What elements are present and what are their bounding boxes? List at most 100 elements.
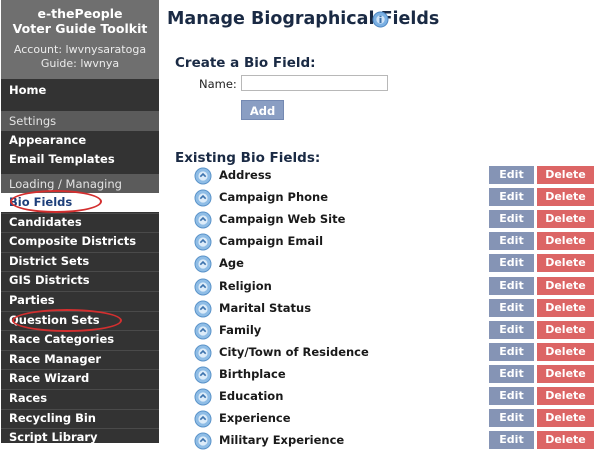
sidebar-divider (1, 212, 159, 214)
sidebar-divider (1, 369, 159, 371)
edit-button[interactable]: Edit (489, 276, 534, 295)
delete-button[interactable]: Delete (537, 342, 594, 361)
sidebar-divider (1, 291, 159, 292)
bio-field-label: Experience (219, 411, 291, 426)
create-field-heading: Create a Bio Field: (175, 55, 316, 71)
sidebar-item-race-categories[interactable]: Race Categories (1, 330, 159, 349)
edit-button[interactable]: Edit (489, 232, 534, 251)
sidebar-divider (1, 232, 159, 234)
reorder-icon[interactable] (194, 322, 212, 344)
help-icon[interactable] (372, 11, 389, 28)
bio-field-label: Education (219, 389, 284, 403)
sidebar-divider (1, 271, 159, 273)
sidebar-divider (1, 349, 159, 351)
add-button[interactable]: Add (241, 100, 284, 120)
edit-button[interactable]: Edit (489, 298, 534, 317)
sidebar-item-parties[interactable]: Parties (1, 291, 159, 310)
edit-button[interactable]: Edit (489, 342, 534, 361)
sidebar-item-script-library[interactable]: Script Library (1, 428, 159, 443)
edit-button[interactable]: Edit (489, 210, 534, 229)
sidebar-item-district-sets[interactable]: District Sets (1, 252, 159, 271)
sidebar-item-candidates[interactable]: Candidates (1, 213, 159, 232)
sidebar-item-race-wizard[interactable]: Race Wizard (1, 369, 159, 388)
edit-button[interactable]: Edit (489, 166, 534, 184)
bio-field-label: Marital Status (219, 300, 312, 315)
bio-field-label: Family (219, 322, 262, 337)
bio-field-label: Military Experience (219, 433, 345, 448)
bio-field-row: Campaign Web Site Edit Delete (194, 210, 594, 230)
reorder-icon[interactable] (194, 344, 212, 366)
reorder-icon[interactable] (194, 300, 212, 322)
bio-field-label: Campaign Email (219, 234, 324, 249)
page-title: Manage Biographical Fields (167, 9, 440, 29)
sidebar-divider (1, 428, 159, 430)
sidebar-item-appearance[interactable]: Appearance (1, 131, 159, 150)
reorder-icon[interactable] (194, 167, 212, 189)
reorder-icon[interactable] (194, 366, 212, 388)
sidebar-divider (1, 251, 159, 253)
bio-field-row: Address Edit Delete (194, 166, 594, 186)
delete-button[interactable]: Delete (537, 320, 594, 339)
sidebar-item-home[interactable]: Home (1, 81, 159, 100)
sidebar-section-settings: Settings (1, 111, 159, 131)
bio-field-row: City/Town of Residence Edit Delete (194, 342, 594, 366)
delete-button[interactable]: Delete (537, 409, 594, 428)
reorder-icon[interactable] (194, 211, 212, 233)
edit-button[interactable]: Edit (489, 431, 534, 450)
bio-field-row: Campaign Email Edit Delete (194, 232, 594, 252)
bio-field-label: Religion (219, 278, 272, 293)
delete-button[interactable]: Delete (537, 364, 594, 383)
reorder-icon[interactable] (194, 278, 212, 300)
annotation-circle-bio-fields (10, 190, 102, 213)
bio-field-label: Address (219, 168, 272, 182)
bio-field-row: Education Edit Delete (194, 387, 594, 407)
bio-field-label: Age (219, 256, 244, 271)
bio-field-label: Campaign Phone (219, 190, 329, 205)
name-label: Name: (199, 77, 237, 91)
delete-button[interactable]: Delete (537, 431, 594, 450)
sidebar-item-email-templates[interactable]: Email Templates (1, 150, 159, 169)
edit-button[interactable]: Edit (489, 320, 534, 339)
sidebar-item-races[interactable]: Races (1, 389, 159, 408)
delete-button[interactable]: Delete (537, 276, 594, 295)
sidebar-item-composite-districts[interactable]: Composite Districts (1, 232, 159, 251)
bio-field-row: Experience Edit Delete (194, 409, 594, 429)
edit-button[interactable]: Edit (489, 254, 534, 273)
reorder-icon[interactable] (194, 255, 212, 277)
delete-button[interactable]: Delete (537, 254, 594, 273)
delete-button[interactable]: Delete (537, 387, 594, 405)
bio-field-row: Religion Edit Delete (194, 276, 594, 300)
sidebar-divider (1, 389, 159, 390)
delete-button[interactable]: Delete (537, 166, 594, 184)
bio-field-label: Campaign Web Site (219, 212, 346, 227)
account-info: Account: lwvnysaratoga Guide: lwvnya (1, 43, 159, 71)
reorder-icon[interactable] (194, 189, 212, 211)
sidebar: e-thePeople Voter Guide Toolkit Account:… (1, 0, 159, 443)
edit-button[interactable]: Edit (489, 364, 534, 383)
bio-field-row: Age Edit Delete (194, 254, 594, 274)
edit-button[interactable]: Edit (489, 409, 534, 428)
bio-field-row: Military Experience Edit Delete (194, 431, 594, 451)
toolkit-title-line1: e-thePeople (37, 6, 123, 21)
reorder-icon[interactable] (194, 233, 212, 255)
edit-button[interactable]: Edit (489, 387, 534, 405)
bio-field-row: Campaign Phone Edit Delete (194, 188, 594, 208)
reorder-icon[interactable] (194, 410, 212, 432)
annotation-circle-question-sets (12, 309, 122, 332)
reorder-icon[interactable] (194, 388, 212, 410)
name-input[interactable] (241, 75, 388, 91)
reorder-icon[interactable] (194, 432, 212, 454)
sidebar-item-recycling-bin[interactable]: Recycling Bin (1, 409, 159, 428)
sidebar-item-gis-districts[interactable]: GIS Districts (1, 271, 159, 290)
delete-button[interactable]: Delete (537, 210, 594, 229)
delete-button[interactable]: Delete (537, 298, 594, 317)
sidebar-item-race-manager[interactable]: Race Manager (1, 350, 159, 369)
account-name: Account: lwvnysaratoga (13, 43, 147, 56)
delete-button[interactable]: Delete (537, 188, 594, 207)
app-window: e-thePeople Voter Guide Toolkit Account:… (0, 0, 594, 450)
bio-field-label: Birthplace (219, 366, 286, 381)
sidebar-divider (1, 408, 159, 410)
sidebar-header: e-thePeople Voter Guide Toolkit Account:… (1, 0, 159, 79)
edit-button[interactable]: Edit (489, 188, 534, 207)
delete-button[interactable]: Delete (537, 232, 594, 251)
